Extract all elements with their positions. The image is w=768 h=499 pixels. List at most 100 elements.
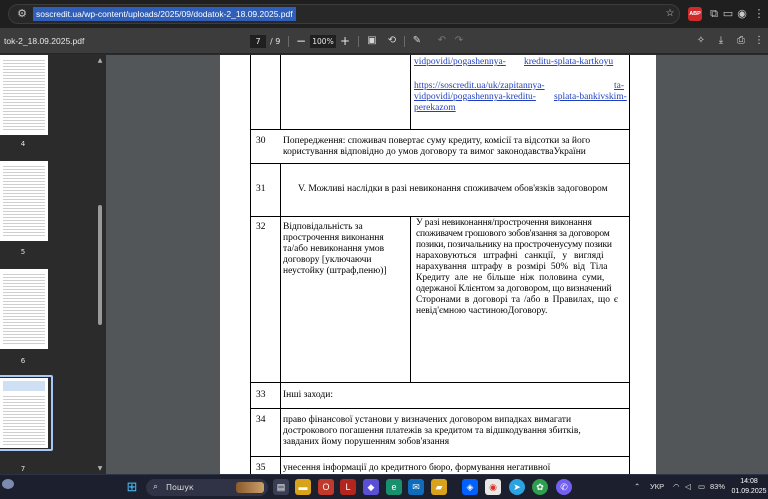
rotate-icon[interactable]: ⟲ — [385, 34, 399, 48]
opera-icon[interactable]: O — [318, 479, 334, 495]
page-thumbnail-current[interactable] — [0, 378, 48, 448]
viber-icon[interactable]: ✆ — [556, 479, 572, 495]
repayment-link[interactable]: kreditu-splata-kartkoyu — [524, 57, 613, 68]
battery-percent: 83% — [710, 482, 726, 491]
repayment-link[interactable]: https://soscredit.ua/uk/zapitannya- — [414, 81, 545, 92]
toolbar-divider — [404, 36, 405, 47]
clause-text: невід'ємною частиноюДоговору. — [416, 306, 548, 316]
profile-icon[interactable]: ◉ — [734, 6, 750, 22]
folder-icon[interactable]: ▰ — [431, 479, 447, 495]
search-highlight-image — [236, 482, 264, 493]
search-icon: ⌕ — [153, 482, 159, 492]
volume-icon[interactable]: ◁ — [685, 480, 691, 494]
pdf-viewer[interactable]: vidpovidi/pogashennya- kreditu-splata-ka… — [106, 55, 768, 474]
row-number: 33 — [256, 390, 266, 400]
clause-label: Інші заходи: — [283, 390, 333, 400]
clause-label: договору [уключаючи — [283, 255, 372, 265]
clause-text: позики, позичальнику на простроченусуму … — [416, 240, 612, 250]
repayment-link[interactable]: vidpovidi/pogashennya-kreditu- — [414, 92, 536, 103]
copilot-icon[interactable]: ◆ — [363, 479, 379, 495]
clause-text: одержаної Клієнтом за договором, що визн… — [416, 284, 612, 294]
clause-text: дострокового погашення платежів за креди… — [283, 426, 581, 436]
start-icon[interactable]: ⊞ — [124, 479, 140, 495]
clause-label: та/або невиконання умов — [283, 244, 385, 254]
repayment-link[interactable]: splata-bankivskim- — [554, 92, 627, 103]
clause-text: право фінансової установи у визначених д… — [283, 415, 572, 425]
telegram-icon[interactable]: ➤ — [509, 479, 525, 495]
taskbar-search[interactable]: ⌕ Пошук — [146, 479, 268, 496]
clause-label: прострочення виконання — [283, 233, 384, 243]
clause-text: нараховуються штрафні санкції, у вигляді — [416, 251, 604, 261]
thumbnail-number: 6 — [20, 357, 26, 365]
row-number: 31 — [256, 184, 266, 194]
battery-icon[interactable]: ▭ — [698, 480, 705, 494]
clause-label: Відповідальність за — [283, 222, 363, 232]
address-url[interactable]: soscredit.ua/wp-content/uploads/2025/09/… — [33, 7, 296, 21]
repayment-link[interactable]: ta- — [614, 81, 624, 92]
thumbnail-number: 7 — [20, 465, 26, 473]
wifi-icon[interactable]: ◠ — [673, 480, 680, 494]
undo-icon[interactable]: ↶ — [435, 34, 449, 48]
clause-text: нарахування штрафу в розмірі 50% від Тіл… — [416, 262, 608, 272]
file-explorer-icon[interactable]: ▬ — [295, 479, 311, 495]
row-number: 32 — [256, 222, 266, 232]
page-count: / 9 — [270, 37, 281, 46]
adblock-icon[interactable]: ABP — [688, 7, 702, 21]
pdf-page: vidpovidi/pogashennya- kreditu-splata-ka… — [220, 55, 656, 474]
annotate-icon[interactable]: ✎ — [410, 34, 424, 48]
repayment-link[interactable]: vidpovidi/pogashennya- — [414, 57, 506, 68]
clause-text: споживачем грошового зобов'язання за дог… — [416, 229, 610, 239]
task-view-icon[interactable]: ▤ — [273, 479, 289, 495]
pdf-filename: tok-2_18.09.2025.pdf — [4, 36, 85, 46]
app-l-icon[interactable]: L — [340, 479, 356, 495]
section-heading: V. Можливі наслідки в разі невиконання с… — [298, 184, 608, 194]
clause-text: У разі невиконання/прострочення виконанн… — [416, 218, 592, 228]
toolbar-divider — [288, 36, 289, 47]
thumbnail-number: 5 — [20, 248, 26, 256]
tune-icon[interactable]: ⚙ — [15, 7, 29, 21]
repayment-link[interactable]: perekazom — [414, 103, 456, 114]
mail-icon[interactable]: ✉ — [408, 479, 424, 495]
clause-text: користування відповідно до умов договору… — [283, 147, 586, 157]
clause-text: Сторонами в договорі та /або в Правилах,… — [416, 295, 618, 305]
taskbar: ⊞ ⌕ Пошук ▤ ▬ O L ◆ e ✉ ▰ ◈ ◉ ➤ ✿ ✆ ⌃ УК… — [0, 474, 768, 499]
page-thumbnail[interactable] — [0, 161, 48, 241]
star-icon[interactable]: ☆ — [663, 7, 677, 21]
row-number: 30 — [256, 136, 266, 146]
more-options-icon[interactable]: ⋮ — [752, 34, 766, 48]
language-indicator[interactable]: УКР — [650, 480, 664, 494]
page-thumbnail[interactable] — [0, 55, 48, 135]
clock-date: 01.09.2025 — [731, 488, 767, 495]
search-placeholder: Пошук — [166, 483, 194, 492]
row-number: 35 — [256, 463, 266, 473]
clause-text: завданих йому порушенням зобов'язання — [283, 437, 450, 447]
clock[interactable]: 14:08 01.09.2025 — [731, 477, 767, 497]
edge-icon[interactable]: e — [386, 479, 402, 495]
row-number: 34 — [256, 415, 266, 425]
scroll-down-icon[interactable]: ▼ — [97, 465, 103, 472]
chrome-icon[interactable]: ◉ — [485, 479, 501, 495]
menu-icon[interactable]: ⋮ — [751, 6, 767, 22]
sidebar-scroll-thumb[interactable] — [98, 205, 102, 325]
scroll-up-icon[interactable]: ▲ — [97, 57, 103, 64]
redo-icon[interactable]: ↷ — [452, 34, 466, 48]
thumbnail-number: 4 — [20, 140, 26, 148]
clause-text: Попередження: споживач повертає суму кре… — [283, 136, 591, 146]
page-number-input[interactable]: 7 — [250, 35, 266, 48]
fit-page-icon[interactable]: ▣ — [365, 34, 379, 48]
download-icon[interactable]: ⤓ — [714, 34, 728, 48]
ai-assist-icon[interactable]: ✧ — [694, 34, 708, 48]
zoom-in-button[interactable]: + — [338, 34, 352, 48]
zoom-out-button[interactable]: − — [294, 34, 308, 48]
weather-widget[interactable] — [2, 479, 14, 489]
browser-toolbar: ⚙ soscredit.ua/wp-content/uploads/2025/0… — [0, 0, 768, 28]
zoom-level[interactable]: 100% — [310, 35, 336, 48]
clock-time: 14:08 — [740, 478, 758, 485]
page-thumbnail[interactable] — [0, 269, 48, 349]
print-icon[interactable]: ⎙ — [734, 34, 748, 48]
app-green-icon[interactable]: ✿ — [532, 479, 548, 495]
toolbar-divider — [358, 36, 359, 47]
address-bar[interactable]: ⚙ soscredit.ua/wp-content/uploads/2025/0… — [8, 4, 680, 24]
tray-overflow-icon[interactable]: ⌃ — [634, 480, 640, 494]
dropbox-icon[interactable]: ◈ — [462, 479, 478, 495]
